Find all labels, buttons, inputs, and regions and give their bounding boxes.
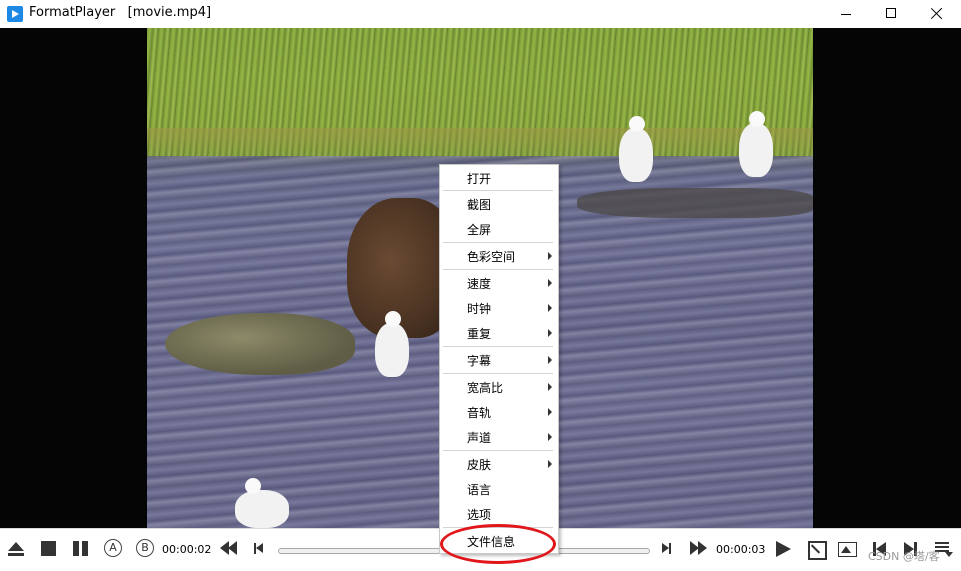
menu-item-audio-track[interactable]: 音轨 <box>442 400 556 424</box>
menu-item-label: 选项 <box>467 508 492 522</box>
point-a-button[interactable]: A <box>104 539 122 557</box>
minimize-icon <box>841 14 851 15</box>
menu-separator <box>443 190 553 191</box>
app-icon <box>7 6 23 22</box>
next-frame-icon[interactable] <box>660 538 674 560</box>
menu-item-skin[interactable]: 皮肤 <box>442 452 556 476</box>
menu-item-open[interactable]: 打开 <box>442 166 556 190</box>
menu-item-label: 音轨 <box>467 406 492 420</box>
submenu-arrow-icon <box>548 279 552 287</box>
submenu-arrow-icon <box>548 304 552 312</box>
menu-item-label: 色彩空间 <box>467 250 516 264</box>
menu-item-fullscreen[interactable]: 全屏 <box>442 217 556 241</box>
menu-separator <box>443 450 553 451</box>
video-riverbank <box>147 128 813 158</box>
fullscreen-icon[interactable] <box>805 538 827 560</box>
total-time: 00:00:03 <box>716 543 766 556</box>
menu-item-label: 时钟 <box>467 302 492 316</box>
current-time: 00:00:02 <box>162 543 212 556</box>
video-rock <box>165 313 355 375</box>
menu-item-speed[interactable]: 速度 <box>442 271 556 295</box>
submenu-arrow-icon <box>548 460 552 468</box>
menu-item-repeat[interactable]: 重复 <box>442 321 556 345</box>
title-bar[interactable]: FormatPlayer [movie.mp4] <box>0 0 961 28</box>
close-icon <box>931 7 943 19</box>
video-seagull <box>739 111 773 177</box>
menu-item-label: 宽高比 <box>467 381 504 395</box>
watermark: CSDN @塔/客 <box>868 550 940 563</box>
video-seagull <box>619 116 653 182</box>
window-title: FormatPlayer [movie.mp4] <box>29 5 212 20</box>
menu-item-screenshot[interactable]: 截图 <box>442 192 556 216</box>
prev-frame-icon[interactable] <box>252 538 266 560</box>
menu-item-options[interactable]: 选项 <box>442 502 556 526</box>
context-menu: 打开 截图 全屏 色彩空间 速度 时钟 重复 字幕 宽高比 音轨 声道 皮肤 语… <box>439 164 559 554</box>
video-seagull <box>235 478 289 528</box>
menu-item-language[interactable]: 语言 <box>442 477 556 501</box>
menu-item-label: 速度 <box>467 277 492 291</box>
fast-forward-icon[interactable] <box>688 538 710 560</box>
point-b-button[interactable]: B <box>136 539 154 557</box>
submenu-arrow-icon <box>548 408 552 416</box>
menu-item-label: 截图 <box>467 198 492 212</box>
menu-item-subtitles[interactable]: 字幕 <box>442 348 556 372</box>
menu-item-label: 全屏 <box>467 223 492 237</box>
menu-separator <box>443 242 553 243</box>
player-window: FormatPlayer [movie.mp4] 打开 截图 全屏 色彩空间 速… <box>0 0 961 571</box>
pause-icon[interactable] <box>70 538 92 560</box>
menu-item-aspect-ratio[interactable]: 宽高比 <box>442 375 556 399</box>
screenshot-icon[interactable] <box>836 538 858 560</box>
submenu-arrow-icon <box>548 252 552 260</box>
menu-item-label: 重复 <box>467 327 492 341</box>
menu-separator <box>443 373 553 374</box>
highlight-annotation <box>440 524 556 564</box>
play-icon[interactable] <box>773 538 795 560</box>
video-log <box>577 188 813 218</box>
submenu-arrow-icon <box>548 329 552 337</box>
eject-icon[interactable] <box>6 538 28 560</box>
menu-item-label: 皮肤 <box>467 458 492 472</box>
submenu-arrow-icon <box>548 433 552 441</box>
close-button[interactable] <box>914 0 960 28</box>
menu-item-clock[interactable]: 时钟 <box>442 296 556 320</box>
submenu-arrow-icon <box>548 356 552 364</box>
video-seagull <box>375 311 409 377</box>
menu-item-audio-channel[interactable]: 声道 <box>442 425 556 449</box>
stop-icon[interactable] <box>38 538 60 560</box>
menu-item-label: 语言 <box>467 483 492 497</box>
menu-item-label: 字幕 <box>467 354 492 368</box>
rewind-icon[interactable] <box>218 538 240 560</box>
maximize-icon <box>886 8 896 18</box>
menu-separator <box>443 269 553 270</box>
menu-item-label: 声道 <box>467 431 492 445</box>
menu-separator <box>443 346 553 347</box>
maximize-button[interactable] <box>868 0 914 28</box>
menu-item-color-space[interactable]: 色彩空间 <box>442 244 556 268</box>
minimize-button[interactable] <box>823 0 869 28</box>
menu-item-label: 打开 <box>467 172 492 186</box>
submenu-arrow-icon <box>548 383 552 391</box>
